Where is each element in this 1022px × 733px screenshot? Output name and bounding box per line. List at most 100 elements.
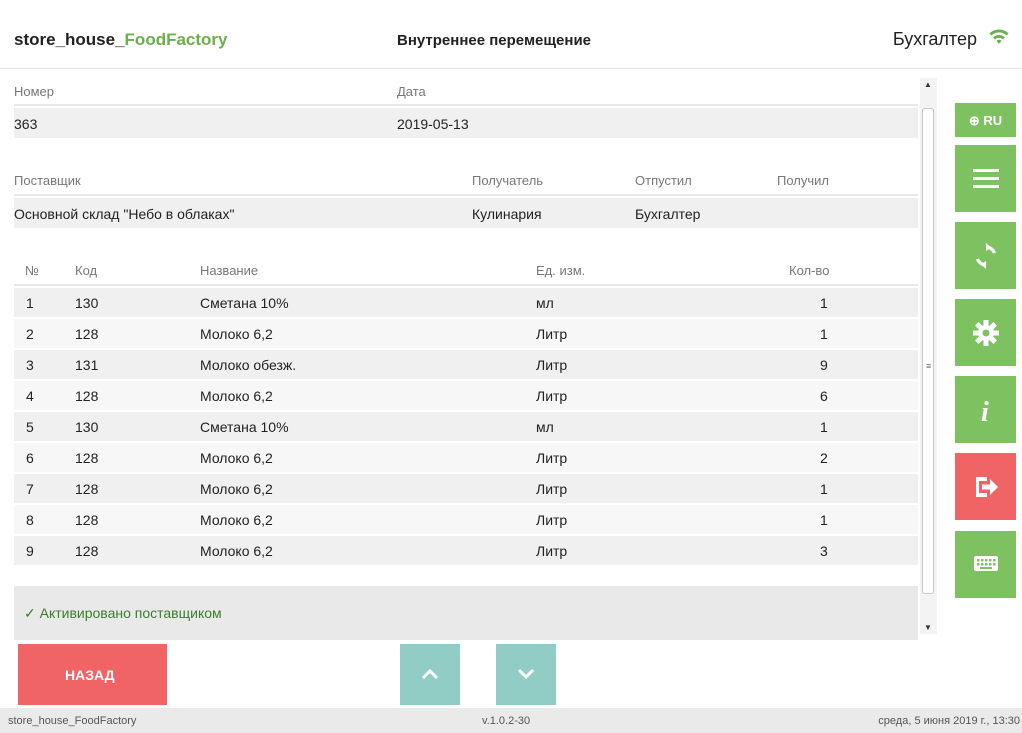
app-header: store_house_FoodFactory Внутреннее перем… [0,0,1022,69]
cell-num: 1 [26,295,34,311]
cell-num: 9 [26,543,34,559]
cell-qty: 2 [820,450,828,466]
cell-unit: Литр [536,543,568,559]
cell-num: 3 [26,357,34,373]
cell-name: Молоко 6,2 [200,512,273,528]
table-row[interactable]: 7 128 Молоко 6,2 Литр 1 [14,474,918,504]
logout-icon [976,477,998,497]
received-label: Получил [777,173,829,188]
cell-unit: Литр [536,357,568,373]
status-text: ✓ Активировано поставщиком [24,605,222,621]
sync-button[interactable] [955,222,1016,289]
scroll-up-button[interactable] [400,644,460,705]
footer-version: v.1.0.2-30 [482,715,531,727]
cell-code: 128 [75,512,99,528]
cell-code: 128 [75,543,99,559]
cell-code: 128 [75,481,99,497]
back-button-label: НАЗАД [65,667,115,683]
cell-name: Молоко 6,2 [200,388,273,404]
language-button[interactable]: ⊕ RU [955,103,1016,137]
released-value: Бухгалтер [635,206,701,222]
brand-accent: FoodFactory [124,30,228,49]
cell-qty: 1 [820,295,828,311]
cell-unit: Литр [536,388,568,404]
back-button[interactable]: НАЗАД [18,644,167,705]
page-title: Внутреннее перемещение [397,32,592,49]
table-row[interactable]: 5 130 Сметана 10% мл 1 [14,412,918,442]
parties-values: Основной склад "Небо в облаках" Кулинари… [14,198,918,228]
scroll-down-button[interactable] [496,644,556,705]
status-bar: ✓ Активировано поставщиком [14,586,918,640]
cell-unit: мл [536,419,554,435]
info-button[interactable]: i [955,376,1016,443]
scrollbar-grip-icon: ≡ [926,361,932,371]
table-row[interactable]: 4 128 Молоко 6,2 Литр 6 [14,381,918,411]
app-brand: store_house_FoodFactory [14,30,228,50]
cell-qty: 1 [820,419,828,435]
scrollbar-thumb[interactable]: ≡ [922,108,934,594]
column-header-num: № [25,263,39,278]
cell-name: Молоко 6,2 [200,450,273,466]
cell-num: 8 [26,512,34,528]
supplier-label: Поставщик [14,173,81,188]
column-header-code: Код [75,263,98,278]
cell-code: 130 [75,419,99,435]
cell-code: 130 [75,295,99,311]
globe-icon: ⊕ [968,113,980,128]
menu-icon [973,169,999,188]
cell-name: Молоко обезж. [200,357,297,373]
scroll-up-arrow-icon[interactable]: ▲ [924,80,932,89]
date-label: Дата [397,84,426,99]
cell-code: 128 [75,450,99,466]
cell-qty: 9 [820,357,828,373]
items-table-header: № Код Название Ед. изм. Кол-во [14,250,918,286]
current-user: Бухгалтер [892,29,977,49]
table-row[interactable]: 8 128 Молоко 6,2 Литр 1 [14,505,918,535]
footer-datetime: среда, 5 июня 2019 г., 13:30 [878,715,1020,727]
table-row[interactable]: 1 130 Сметана 10% мл 1 [14,288,918,318]
doc-number: 363 [14,116,38,132]
cell-num: 6 [26,450,34,466]
cell-code: 128 [75,388,99,404]
cell-name: Молоко 6,2 [200,481,273,497]
cell-num: 4 [26,388,34,404]
cell-qty: 1 [820,512,828,528]
footer-bar: store_house_FoodFactory v.1.0.2-30 среда… [0,708,1022,733]
cell-unit: Литр [536,326,568,342]
cell-unit: Литр [536,481,568,497]
cell-unit: мл [536,295,554,311]
number-label: Номер [14,84,55,99]
cell-name: Молоко 6,2 [200,326,273,342]
language-label: ⊕ RU [955,113,1016,129]
doc-info-header: Номер Дата [14,70,918,106]
sync-icon [975,243,997,269]
doc-info-values: 363 2019-05-13 [14,108,918,138]
table-row[interactable]: 6 128 Молоко 6,2 Литр 2 [14,443,918,473]
doc-date: 2019-05-13 [397,116,469,132]
chevron-down-icon [517,668,535,680]
cell-qty: 6 [820,388,828,404]
menu-button[interactable] [955,145,1016,212]
cell-unit: Литр [536,450,568,466]
logout-button[interactable] [955,453,1016,520]
document-content: Номер Дата 363 2019-05-13 Поставщик Полу… [14,70,918,641]
receiver-label: Получатель [472,173,544,188]
supplier-value: Основной склад "Небо в облаках" [14,206,235,222]
cell-num: 5 [26,419,34,435]
svg-text:i: i [981,397,989,425]
cell-code: 131 [75,357,99,373]
receiver-value: Кулинария [472,206,542,222]
column-header-name: Название [200,263,259,278]
cell-qty: 1 [820,481,828,497]
footer-app-name: store_house_FoodFactory [8,715,137,727]
table-row[interactable]: 3 131 Молоко обезж. Литр 9 [14,350,918,380]
content-scrollbar[interactable]: ▲ ≡ ▼ [920,78,937,634]
keyboard-button[interactable] [955,531,1016,598]
column-header-unit: Ед. изм. [536,263,586,278]
settings-button[interactable] [955,299,1016,366]
cell-name: Сметана 10% [200,419,289,435]
table-row[interactable]: 9 128 Молоко 6,2 Литр 3 [14,536,918,566]
scroll-down-arrow-icon[interactable]: ▼ [924,623,932,632]
table-row[interactable]: 2 128 Молоко 6,2 Литр 1 [14,319,918,349]
gear-icon [973,320,999,346]
